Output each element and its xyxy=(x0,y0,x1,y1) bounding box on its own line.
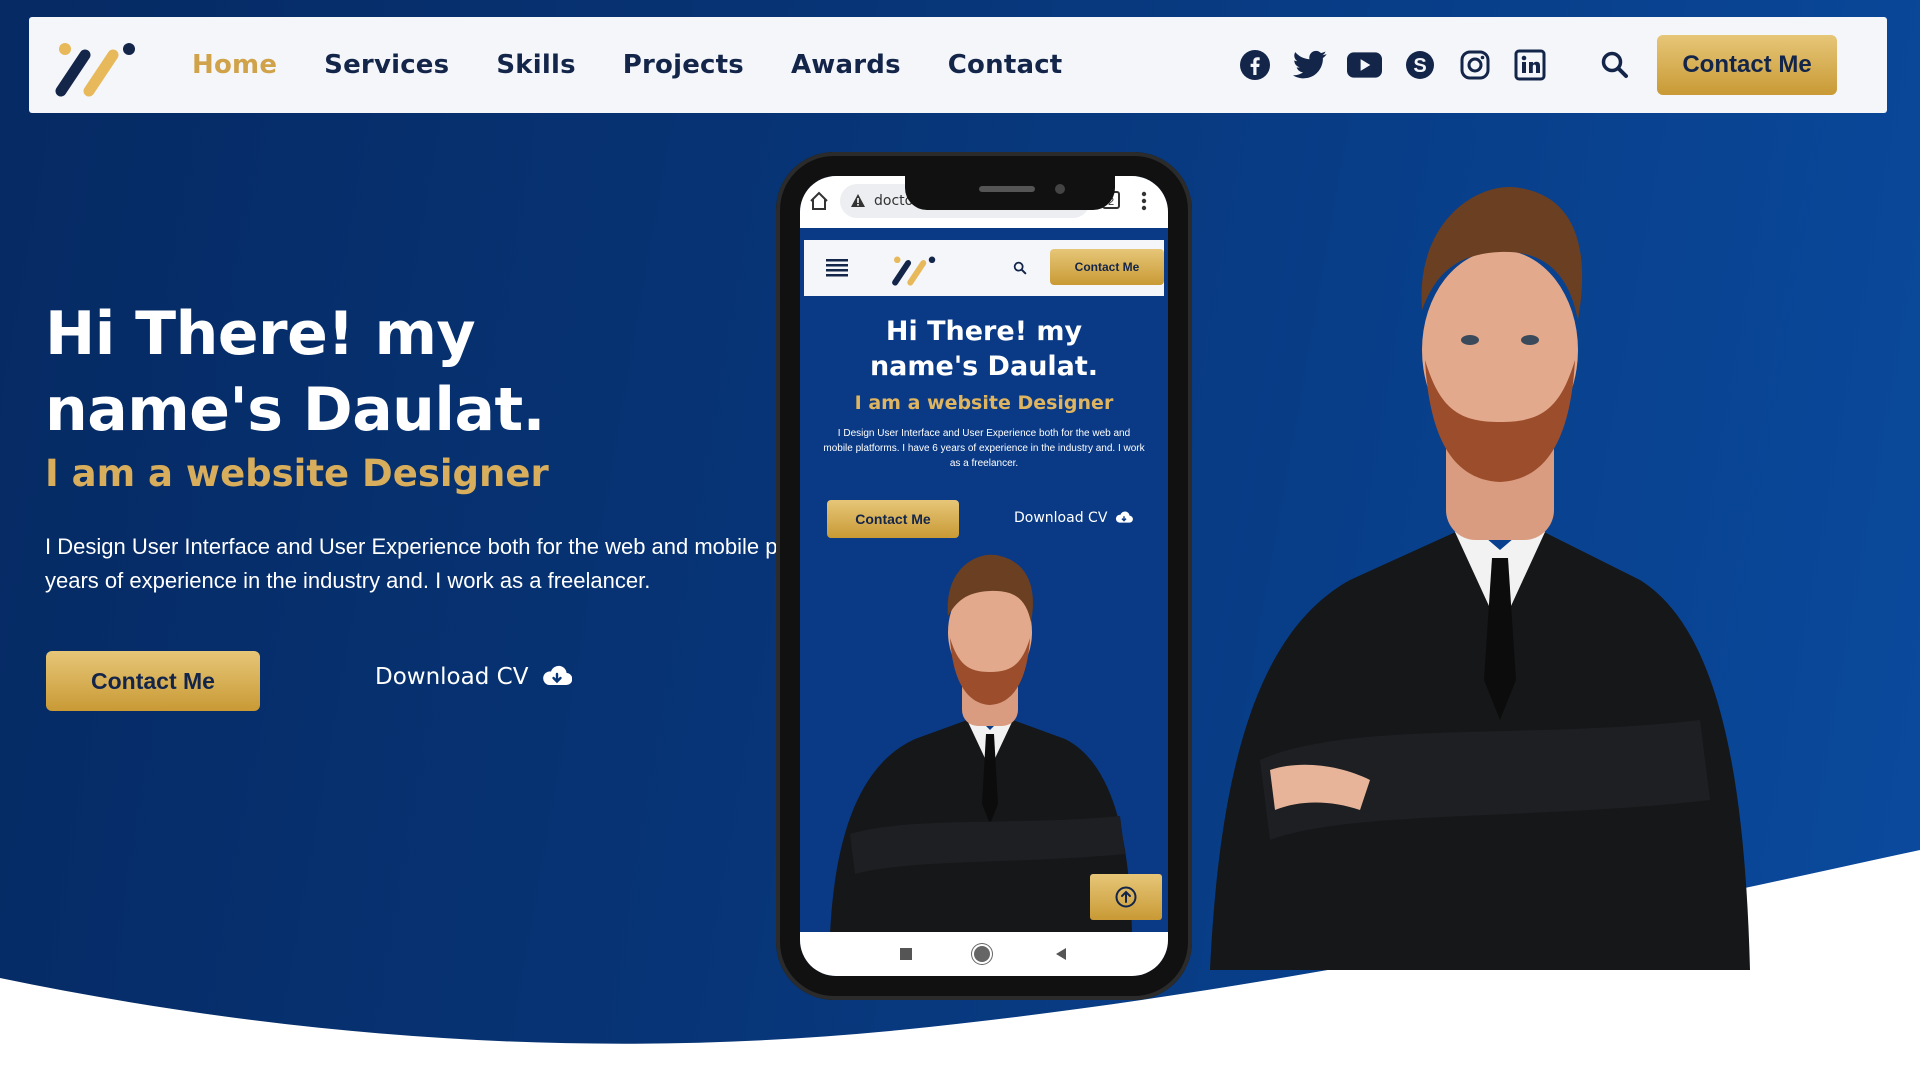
hero-title-line-1: Hi There! my xyxy=(45,299,476,369)
home-button-icon[interactable] xyxy=(974,946,990,962)
mobile-site-navbar: Contact Me xyxy=(804,240,1164,296)
mobile-contact-me-button[interactable]: Contact Me xyxy=(827,500,959,538)
top-navbar: Home Services Skills Projects Awards Con… xyxy=(29,17,1887,113)
nav-contact-me-button[interactable]: Contact Me xyxy=(1657,35,1837,95)
menu-icon[interactable] xyxy=(826,257,848,277)
search-icon[interactable] xyxy=(1597,47,1633,83)
back-icon[interactable] xyxy=(1054,947,1068,961)
mobile-title-line-1: Hi There! my xyxy=(885,316,1083,347)
phone-speaker xyxy=(979,186,1035,192)
mobile-search-icon[interactable] xyxy=(1012,260,1028,276)
main-nav: Home Services Skills Projects Awards Con… xyxy=(192,17,1109,113)
hero-title: Hi There! my name's Daulat. xyxy=(45,296,765,448)
nav-home[interactable]: Home xyxy=(192,50,277,80)
linkedin-icon[interactable] xyxy=(1512,48,1547,83)
mobile-download-cv-link[interactable]: Download CV xyxy=(1014,510,1134,526)
mobile-hero-description: I Design User Interface and User Experie… xyxy=(823,428,1145,469)
mobile-download-cv-label: Download CV xyxy=(1014,510,1108,526)
social-links: S xyxy=(1237,17,1547,113)
hero-contact-me-button[interactable]: Contact Me xyxy=(46,651,260,711)
instagram-icon[interactable] xyxy=(1457,48,1492,83)
youtube-icon[interactable] xyxy=(1347,48,1382,83)
mobile-brand-logo[interactable] xyxy=(888,250,938,288)
mobile-cloud-download-icon xyxy=(1116,511,1134,523)
facebook-icon[interactable] xyxy=(1237,48,1272,83)
phone-screen: doctordaulat.anaxi.com/... 2 Contact Me … xyxy=(800,176,1168,976)
more-vert-icon[interactable] xyxy=(1140,190,1148,212)
hero-title-line-2: name's Daulat. xyxy=(45,375,545,445)
download-cv-label: Download CV xyxy=(375,664,529,690)
warning-icon xyxy=(851,194,865,207)
hero-description: I Design User Interface and User Experie… xyxy=(45,530,780,600)
nav-skills[interactable]: Skills xyxy=(496,50,575,80)
mobile-title-line-2: name's Daulat. xyxy=(869,351,1099,382)
nav-services[interactable]: Services xyxy=(324,50,449,80)
hero-subtitle: I am a website Designer xyxy=(45,452,549,495)
nav-awards[interactable]: Awards xyxy=(791,50,901,80)
phone-notch xyxy=(905,176,1115,210)
profile-portrait xyxy=(1210,187,1750,970)
brand-logo[interactable] xyxy=(49,31,139,101)
nav-projects[interactable]: Projects xyxy=(623,50,744,80)
nav-contact[interactable]: Contact xyxy=(948,50,1063,80)
twitter-icon[interactable] xyxy=(1292,48,1327,83)
android-nav-bar xyxy=(800,932,1168,976)
mobile-hero-title: Hi There! my name's Daulat. xyxy=(800,314,1168,384)
download-cv-link[interactable]: Download CV xyxy=(375,664,573,690)
svg-text:S: S xyxy=(1413,55,1426,77)
cloud-download-icon xyxy=(543,665,573,686)
arrow-up-circle-icon xyxy=(1115,886,1137,908)
scroll-to-top-button[interactable] xyxy=(1090,874,1162,920)
mobile-nav-contact-button[interactable]: Contact Me xyxy=(1050,249,1164,285)
recent-apps-icon[interactable] xyxy=(900,948,912,960)
mobile-hero-subtitle: I am a website Designer xyxy=(854,392,1114,414)
phone-mockup: doctordaulat.anaxi.com/... 2 Contact Me … xyxy=(776,152,1192,1000)
home-icon[interactable] xyxy=(808,190,830,212)
skype-icon[interactable]: S xyxy=(1402,48,1437,83)
hero-description-line-1: I Design User Interface and User Experie… xyxy=(45,534,778,559)
phone-camera xyxy=(1055,184,1065,194)
hero-description-line-2: years of experience in the industry and.… xyxy=(45,568,651,593)
